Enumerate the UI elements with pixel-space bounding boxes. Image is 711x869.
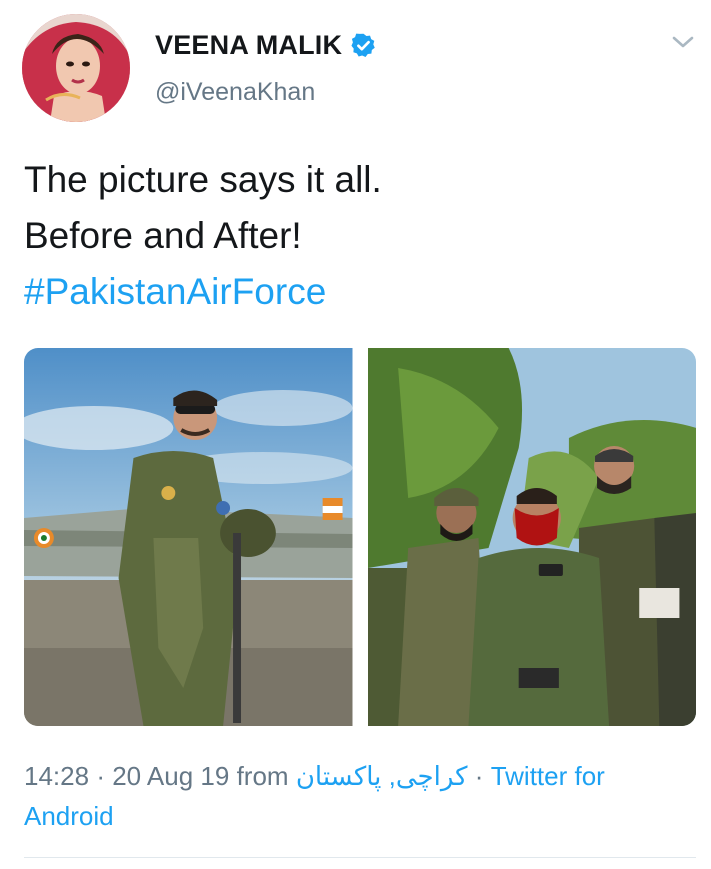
avatar[interactable] (22, 14, 130, 122)
source-line-1: Twitter for (490, 761, 605, 791)
author-display-name: VEENA MALIK (155, 30, 343, 60)
media-photo-2[interactable] (367, 348, 696, 726)
source-line-2: Android (24, 801, 114, 831)
location-link[interactable]: کراچی, پاکستان (296, 761, 468, 791)
author-handle[interactable]: @iVeenaKhan (155, 78, 315, 107)
tweet-text: The picture says it all. Before and Afte… (24, 152, 684, 320)
from-label: from (236, 761, 289, 791)
avatar-image (22, 14, 130, 122)
author-name[interactable]: VEENA MALIK (155, 30, 377, 61)
captured-pilot-photo (367, 348, 696, 726)
chevron-down-icon[interactable] (670, 32, 696, 52)
tweet-line-1: The picture says it all. (24, 159, 382, 200)
tweet-time[interactable]: 14:28 (24, 761, 89, 791)
tweet-date[interactable]: 20 Aug 19 (112, 761, 229, 791)
hashtag-link[interactable]: #PakistanAirForce (24, 264, 684, 320)
tweet-meta: 14:28 · 20 Aug 19 from کراچی, پاکستان · … (24, 756, 684, 836)
tweet-line-2: Before and After! (24, 215, 302, 256)
meta-separator-2: · (474, 761, 484, 791)
media-photo-1[interactable] (24, 348, 353, 726)
media-grid (24, 348, 696, 726)
divider (24, 857, 696, 858)
verified-badge-icon (351, 33, 375, 57)
meta-separator-1: · (96, 761, 105, 791)
pilot-jet-photo (24, 348, 353, 726)
